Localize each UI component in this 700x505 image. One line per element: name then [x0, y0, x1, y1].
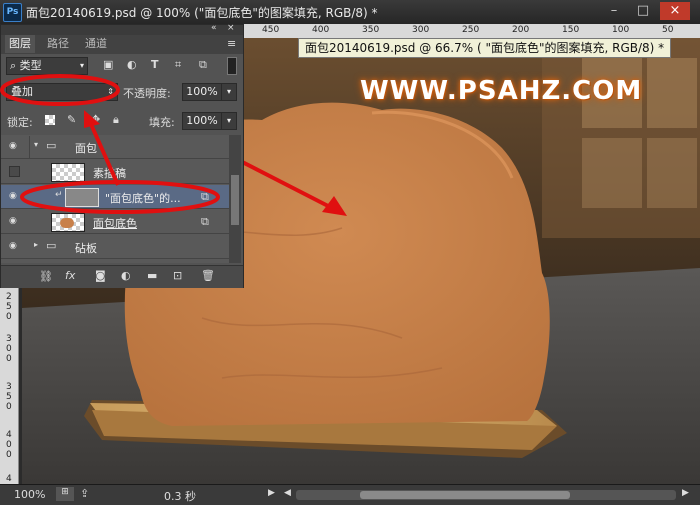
status-info-icon[interactable]: ⊞ — [56, 487, 74, 501]
zoom-level[interactable]: 100% — [14, 488, 45, 501]
scroll-left-icon[interactable]: ◀ — [284, 488, 291, 498]
annotation-overlay — [0, 74, 220, 214]
horizontal-scrollbar-thumb[interactable] — [360, 491, 570, 499]
status-menu-arrow-icon[interactable]: ▶ — [268, 488, 275, 498]
horizontal-scrollbar[interactable] — [296, 490, 676, 500]
timing-value: 0.3 秒 — [164, 490, 196, 503]
share-icon[interactable]: ⇪ — [80, 487, 89, 500]
scroll-right-icon[interactable]: ▶ — [682, 488, 689, 498]
status-bar: 100% ⊞ ⇪ 0.3 秒 ▶ ◀ ▶ — [0, 484, 700, 505]
